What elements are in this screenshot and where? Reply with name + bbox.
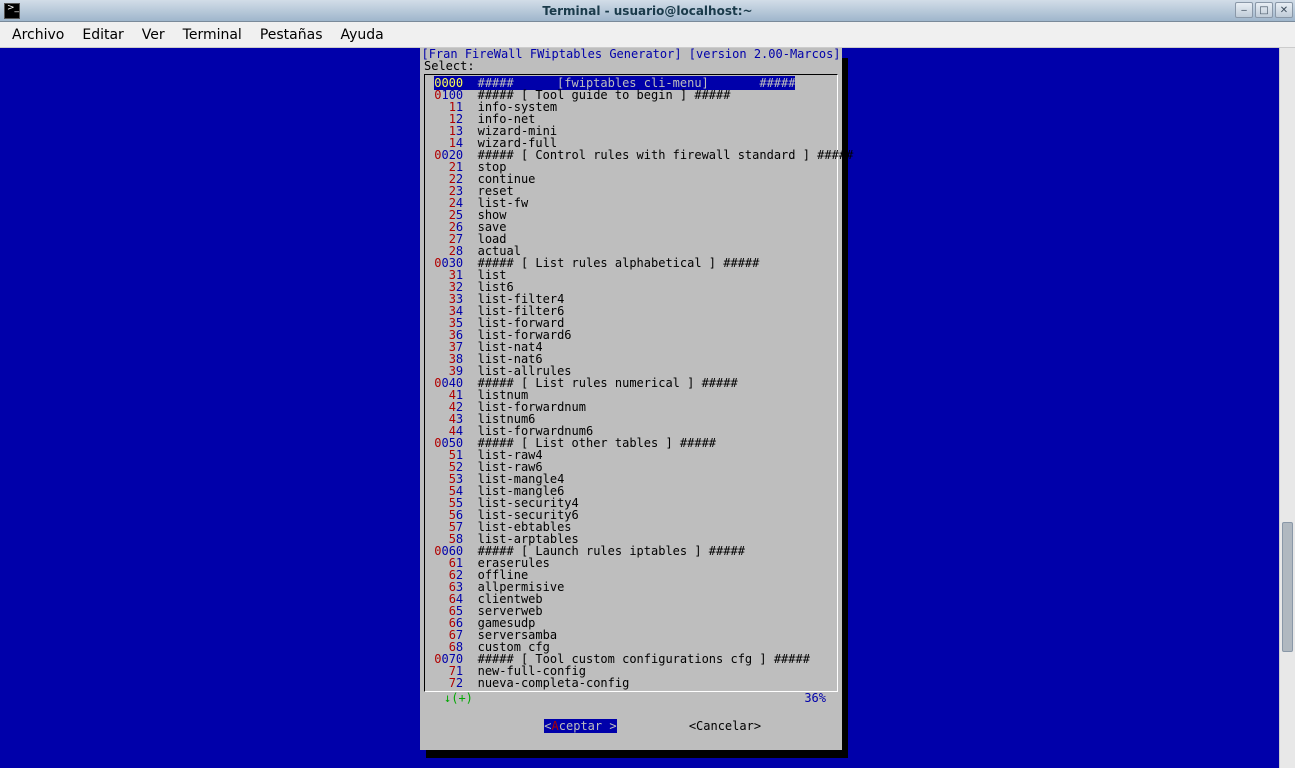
dialog-buttons: <Aceptar > <Cancelar> bbox=[420, 704, 842, 750]
minimize-button[interactable]: ‒ bbox=[1235, 2, 1253, 18]
menu-ver[interactable]: Ver bbox=[134, 24, 173, 46]
terminal-icon bbox=[4, 3, 20, 19]
maximize-button[interactable]: □ bbox=[1255, 2, 1273, 18]
scroll-percent: 36% bbox=[804, 692, 836, 704]
dialog-scroll-status: ↓(+) 36% bbox=[420, 692, 842, 704]
window-titlebar: Terminal - usuario@localhost:~ ‒ □ ✕ bbox=[0, 0, 1295, 22]
menubar: Archivo Editar Ver Terminal Pestañas Ayu… bbox=[0, 22, 1295, 48]
scrollbar-thumb[interactable] bbox=[1282, 522, 1293, 652]
dialog-box: [Fran FireWall FWiptables Generator] [ve… bbox=[420, 48, 842, 750]
close-button[interactable]: ✕ bbox=[1275, 2, 1293, 18]
menu-ayuda[interactable]: Ayuda bbox=[333, 24, 392, 46]
accept-button[interactable]: <Aceptar > bbox=[544, 719, 616, 733]
menu-pestanas[interactable]: Pestañas bbox=[252, 24, 331, 46]
menu-editar[interactable]: Editar bbox=[74, 24, 131, 46]
dialog-menu-list[interactable]: 0000 ##### [fwiptables cli-menu] ##### 0… bbox=[424, 74, 838, 692]
dialog-prompt: Select: bbox=[420, 60, 842, 72]
cancel-button[interactable]: <Cancelar> bbox=[689, 719, 761, 733]
window-title: Terminal - usuario@localhost:~ bbox=[0, 4, 1295, 18]
scroll-indicator: ↓(+) bbox=[426, 692, 473, 704]
dialog-header: [Fran FireWall FWiptables Generator] [ve… bbox=[420, 48, 842, 60]
terminal-viewport[interactable]: [Fran FireWall FWiptables Generator] [ve… bbox=[0, 48, 1295, 768]
window-buttons: ‒ □ ✕ bbox=[1235, 2, 1293, 18]
dialog-shadow-right bbox=[842, 58, 848, 758]
menu-item[interactable]: 72 nueva-completa-config bbox=[427, 677, 837, 689]
menu-terminal[interactable]: Terminal bbox=[175, 24, 250, 46]
menu-archivo[interactable]: Archivo bbox=[4, 24, 72, 46]
terminal-scrollbar[interactable] bbox=[1279, 48, 1295, 768]
